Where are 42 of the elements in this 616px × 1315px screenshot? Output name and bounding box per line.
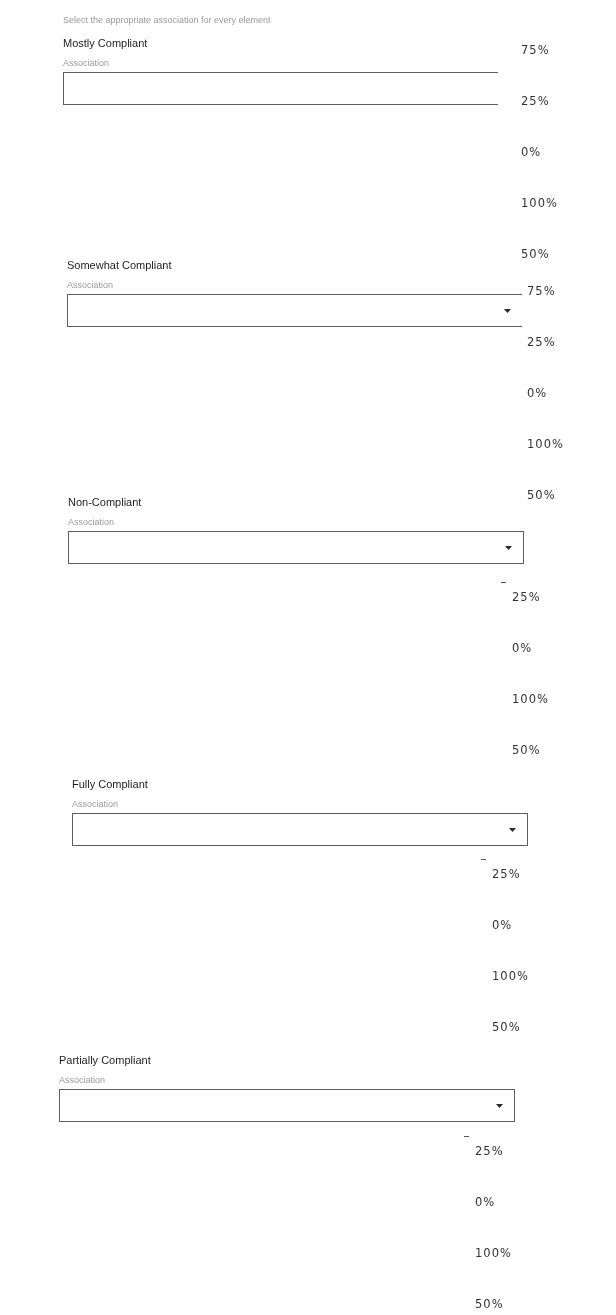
- dropdown-option[interactable]: 25%: [521, 94, 550, 108]
- caret-icon: [496, 1103, 503, 1108]
- association-select[interactable]: [72, 813, 528, 846]
- element-title: Mostly Compliant: [63, 36, 148, 50]
- caret-icon: [509, 827, 516, 832]
- dropdown-option[interactable]: 100%: [512, 692, 549, 706]
- element-title: Non-Compliant: [68, 495, 142, 509]
- dropdown-option[interactable]: 0%: [475, 1195, 496, 1209]
- caret-icon: [505, 545, 512, 550]
- dropdown-option[interactable]: 75%: [527, 284, 556, 298]
- dropdown-option[interactable]: 50%: [527, 488, 556, 502]
- dropdown-option[interactable]: 0%: [512, 641, 533, 655]
- association-select[interactable]: [59, 1089, 515, 1122]
- dropdown-option[interactable]: 100%: [527, 437, 564, 451]
- dropdown-option[interactable]: 25%: [492, 867, 521, 881]
- association-select[interactable]: [67, 294, 522, 327]
- association-select[interactable]: [68, 531, 524, 564]
- dropdown-option[interactable]: 0%: [521, 145, 542, 159]
- field-label: Association: [67, 279, 114, 291]
- field-label: Association: [63, 57, 110, 69]
- dropdown-option[interactable]: 100%: [492, 969, 529, 983]
- dropdown-option[interactable]: 25%: [527, 335, 556, 349]
- caret-icon: [504, 308, 511, 313]
- dropdown-option[interactable]: 75%: [521, 43, 550, 57]
- field-label: Association: [68, 516, 115, 528]
- field-label: Association: [72, 798, 119, 810]
- dropdown-option[interactable]: 25%: [475, 1144, 504, 1158]
- field-label: Association: [59, 1074, 106, 1086]
- dropdown-option[interactable]: 50%: [521, 247, 550, 261]
- dropdown-option[interactable]: 100%: [521, 196, 558, 210]
- dropdown-option[interactable]: 100%: [475, 1246, 512, 1260]
- element-title: Partially Compliant: [59, 1053, 151, 1067]
- instruction-text: Select the appropriate association for every element: [63, 14, 271, 26]
- dropdown-option[interactable]: 25%: [512, 590, 541, 604]
- association-select[interactable]: [63, 72, 498, 105]
- dropdown-option[interactable]: 0%: [492, 918, 513, 932]
- element-title: Somewhat Compliant: [67, 258, 172, 272]
- element-title: Fully Compliant: [72, 777, 148, 791]
- dropdown-option[interactable]: 0%: [527, 386, 548, 400]
- dropdown-option[interactable]: 50%: [492, 1020, 521, 1034]
- dropdown-option[interactable]: 50%: [475, 1297, 504, 1311]
- dropdown-option[interactable]: 50%: [512, 743, 541, 757]
